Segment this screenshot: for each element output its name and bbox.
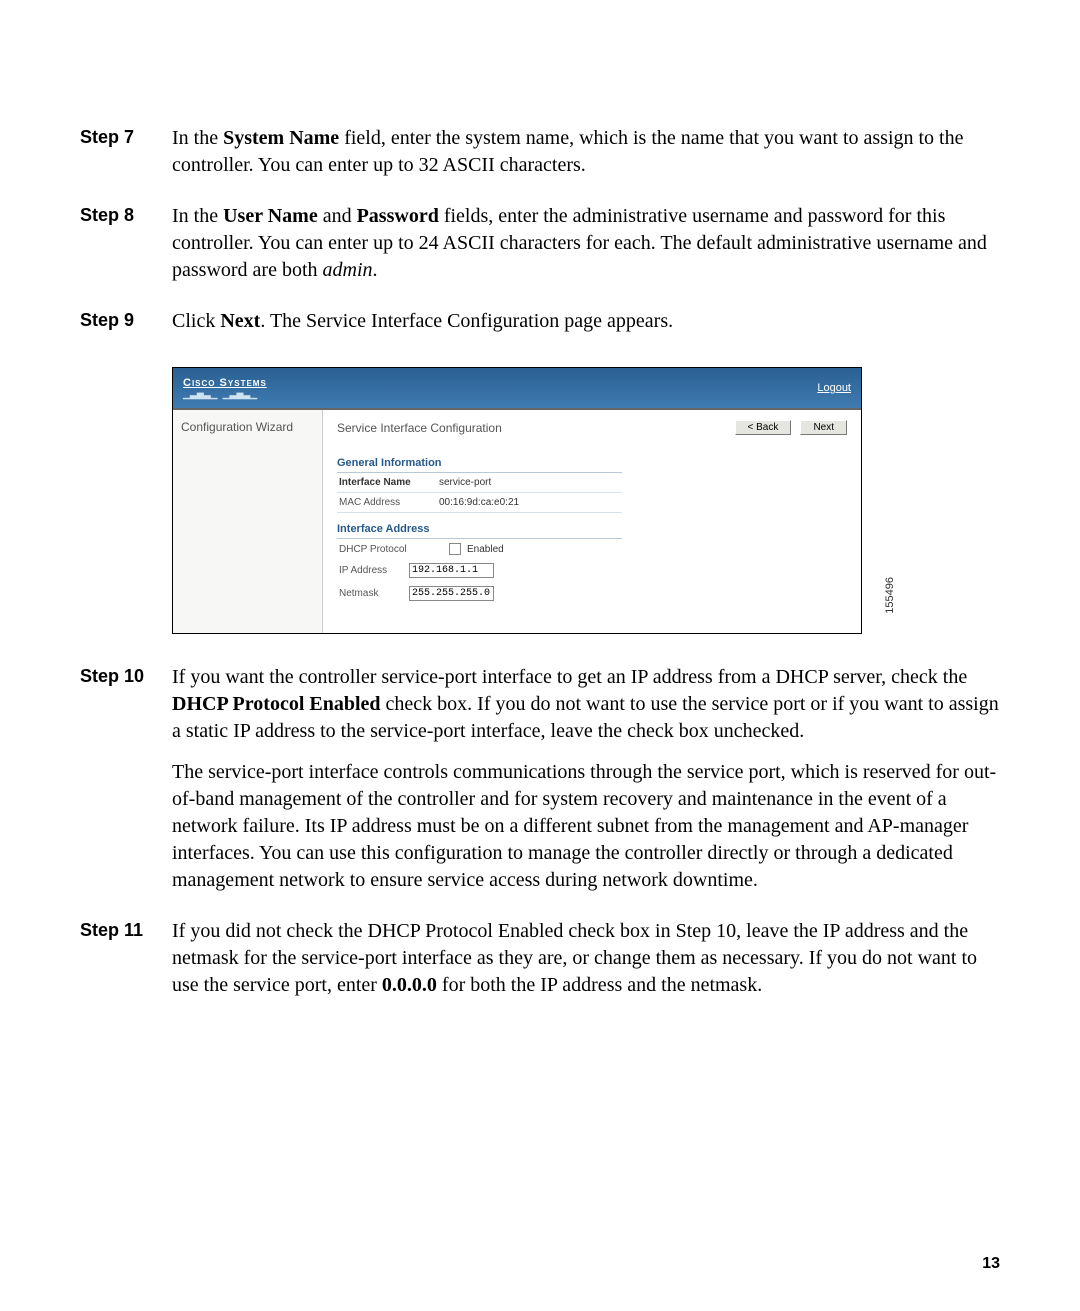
main-panel: Service Interface Configuration < Back N… xyxy=(323,410,861,633)
step-label: Step 9 xyxy=(80,308,172,332)
bold-term: System Name xyxy=(223,127,339,149)
text: and xyxy=(318,205,357,227)
next-button[interactable]: Next xyxy=(800,420,847,435)
section-interface-address: Interface Address xyxy=(337,519,622,539)
brand-text: Cisco Systems xyxy=(183,378,267,389)
field-label: MAC Address xyxy=(339,497,439,508)
ip-address-input[interactable] xyxy=(409,563,494,578)
sidebar: Configuration Wizard xyxy=(173,410,323,633)
page-title: Service Interface Configuration xyxy=(337,421,502,435)
field-label: IP Address xyxy=(339,565,409,576)
field-value: 00:16:9d:ca:e0:21 xyxy=(439,497,620,508)
text: The service-port interface controls comm… xyxy=(172,759,1000,894)
step-label: Step 8 xyxy=(80,203,172,227)
checkbox-label: Enabled xyxy=(467,544,620,555)
bold-term: User Name xyxy=(223,205,318,227)
logout-link[interactable]: Logout xyxy=(817,382,851,394)
bold-term: 0.0.0.0 xyxy=(382,974,437,996)
netmask-input[interactable] xyxy=(409,586,494,601)
step-body: Click Next. The Service Interface Config… xyxy=(172,308,1000,349)
text: . The Service Interface Configuration pa… xyxy=(260,310,673,332)
text: . xyxy=(373,259,378,281)
bold-term: Password xyxy=(357,205,439,227)
step-body: If you want the controller service-port … xyxy=(172,664,1000,908)
brand-logo: Cisco Systems ▁▃▅▃▁ ▁▃▅▃▁ xyxy=(183,378,267,399)
step-body: In the User Name and Password fields, en… xyxy=(172,203,1000,298)
step-body: In the System Name field, enter the syst… xyxy=(172,125,1000,193)
sidebar-title: Configuration Wizard xyxy=(181,420,293,434)
italic-term: admin xyxy=(323,259,373,281)
back-button[interactable]: < Back xyxy=(735,420,792,435)
bold-term: Next xyxy=(220,310,260,332)
page-number: 13 xyxy=(982,1255,1000,1273)
step-label: Step 10 xyxy=(80,664,172,688)
field-value: service-port xyxy=(439,477,620,488)
text: Click xyxy=(172,310,220,332)
text: for both the IP address and the netmask. xyxy=(437,974,762,996)
step-label: Step 7 xyxy=(80,125,172,149)
text: In the xyxy=(172,127,223,149)
step-label: Step 11 xyxy=(80,918,172,942)
field-label: DHCP Protocol xyxy=(339,544,449,555)
step-body: If you did not check the DHCP Protocol E… xyxy=(172,918,1000,1013)
figure-screenshot: Cisco Systems ▁▃▅▃▁ ▁▃▅▃▁ Logout Configu… xyxy=(172,367,872,634)
app-header: Cisco Systems ▁▃▅▃▁ ▁▃▅▃▁ Logout xyxy=(173,368,861,408)
dhcp-enabled-checkbox[interactable] xyxy=(449,543,461,555)
field-label: Interface Name xyxy=(339,477,439,488)
figure-id: 155496 xyxy=(884,577,896,614)
text: In the xyxy=(172,205,223,227)
field-label: Netmask xyxy=(339,588,409,599)
section-general-information: General Information xyxy=(337,453,622,473)
text: If you want the controller service-port … xyxy=(172,666,967,688)
bold-term: DHCP Protocol Enabled xyxy=(172,693,381,715)
brand-bars-icon: ▁▃▅▃▁ ▁▃▅▃▁ xyxy=(183,390,267,399)
